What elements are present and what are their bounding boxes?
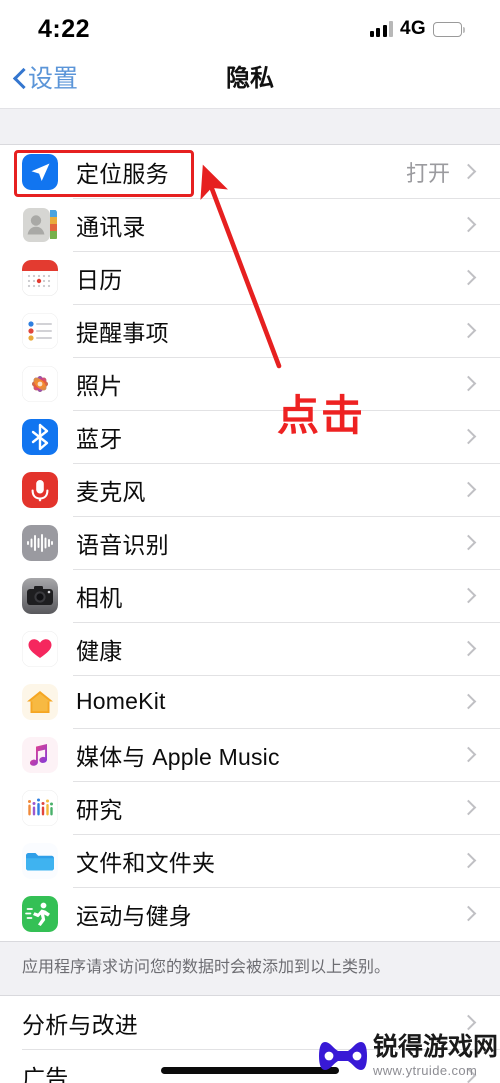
settings-row-value: 打开 bbox=[405, 160, 450, 186]
research-icon bbox=[22, 789, 58, 826]
chevron-right-icon bbox=[460, 481, 477, 498]
settings-row-label: 定位服务 bbox=[76, 160, 169, 187]
chevron-right-icon bbox=[460, 216, 477, 233]
settings-row-calendar[interactable]: 日历 bbox=[0, 251, 500, 304]
chevron-right-icon bbox=[460, 1067, 477, 1083]
apple-music-icon bbox=[22, 736, 58, 773]
reminders-icon bbox=[22, 312, 58, 349]
privacy-footer-note: 应用程序请求访问您的数据时会被添加到以上类别。 bbox=[0, 941, 500, 996]
chevron-right-icon bbox=[460, 428, 477, 445]
microphone-icon bbox=[22, 471, 58, 508]
settings-row-research[interactable]: 研究 bbox=[0, 781, 500, 834]
chevron-right-icon bbox=[460, 1014, 477, 1031]
settings-row-label: 照片 bbox=[76, 372, 123, 399]
settings-row-contacts[interactable]: 通讯录 bbox=[0, 198, 500, 251]
settings-row-label: 麦克风 bbox=[76, 478, 146, 505]
photos-icon bbox=[22, 365, 58, 402]
health-icon bbox=[22, 630, 58, 667]
settings-row-microphone[interactable]: 麦克风 bbox=[0, 463, 500, 516]
settings-row-photos[interactable]: 照片 bbox=[0, 357, 500, 410]
settings-row-label: 研究 bbox=[76, 796, 123, 823]
contacts-icon bbox=[22, 206, 58, 243]
bluetooth-icon bbox=[22, 418, 58, 455]
chevron-right-icon bbox=[460, 799, 477, 816]
settings-row-label: HomeKit bbox=[76, 688, 166, 714]
files-folders-icon bbox=[22, 842, 58, 879]
speech-recognition-icon bbox=[22, 524, 58, 561]
privacy-settings-list: 定位服务 打开通讯录日历提醒事项 照片蓝牙麦克风 语音识别相机健康 HomeKit 媒… bbox=[0, 145, 500, 940]
settings-row-camera[interactable]: 相机 bbox=[0, 569, 500, 622]
chevron-right-icon bbox=[460, 746, 477, 763]
settings-row-label: 相机 bbox=[76, 584, 123, 611]
chevron-right-icon bbox=[460, 640, 477, 657]
network-type-label: 4G bbox=[400, 18, 426, 39]
settings-row-bluetooth[interactable]: 蓝牙 bbox=[0, 410, 500, 463]
settings-row-reminders[interactable]: 提醒事项 bbox=[0, 304, 500, 357]
location-services-icon bbox=[22, 153, 58, 190]
calendar-icon bbox=[22, 259, 58, 296]
chevron-right-icon bbox=[460, 693, 477, 710]
status-time: 4:22 bbox=[38, 14, 91, 43]
settings-row-label: 提醒事项 bbox=[76, 319, 169, 346]
homekit-icon bbox=[22, 683, 58, 720]
settings-row-secondary[interactable]: 广告 bbox=[0, 1049, 500, 1083]
settings-row-health[interactable]: 健康 bbox=[0, 622, 500, 675]
chevron-right-icon bbox=[460, 534, 477, 551]
settings-row-label: 语音识别 bbox=[76, 531, 169, 558]
settings-row-label: 日历 bbox=[76, 266, 123, 293]
settings-row-motion-fitness[interactable]: 运动与健身 bbox=[0, 887, 500, 940]
battery-icon bbox=[433, 21, 466, 37]
chevron-right-icon bbox=[460, 905, 477, 922]
settings-row-label: 文件和文件夹 bbox=[76, 849, 216, 876]
settings-row-label: 运动与健身 bbox=[76, 902, 192, 929]
signal-bars-icon bbox=[369, 21, 394, 37]
settings-row-secondary[interactable]: 分析与改进 bbox=[0, 996, 500, 1049]
chevron-right-icon bbox=[460, 375, 477, 392]
navigation-bar: 设置 隐私 bbox=[0, 58, 500, 108]
chevron-right-icon bbox=[460, 269, 477, 286]
chevron-right-icon bbox=[460, 852, 477, 869]
settings-row-label: 分析与改进 bbox=[22, 1011, 138, 1038]
home-indicator[interactable] bbox=[161, 1067, 339, 1074]
chevron-right-icon bbox=[460, 322, 477, 339]
settings-row-homekit[interactable]: HomeKit bbox=[0, 675, 500, 728]
status-bar: 4:22 4G bbox=[0, 0, 500, 58]
status-indicators: 4G bbox=[369, 18, 466, 40]
page-title: 隐私 bbox=[226, 65, 274, 92]
settings-row-apple-music[interactable]: 媒体与 Apple Music bbox=[0, 728, 500, 781]
settings-row-speech-recognition[interactable]: 语音识别 bbox=[0, 516, 500, 569]
list-top-spacer bbox=[0, 108, 500, 145]
settings-row-files-folders[interactable]: 文件和文件夹 bbox=[0, 834, 500, 887]
settings-row-label: 媒体与 Apple Music bbox=[76, 743, 280, 770]
settings-row-label: 通讯录 bbox=[76, 213, 146, 240]
settings-row-label: 健康 bbox=[76, 637, 123, 664]
chevron-right-icon bbox=[460, 587, 477, 604]
settings-row-location-services[interactable]: 定位服务 打开 bbox=[0, 145, 500, 198]
motion-fitness-icon bbox=[22, 895, 58, 932]
phone-screen: 4:22 4G 设置 隐私 定位服务 打开 通讯录 日历 提醒事项 照片 蓝牙 … bbox=[0, 0, 500, 1083]
chevron-right-icon bbox=[460, 163, 477, 180]
settings-row-label: 蓝牙 bbox=[76, 425, 123, 452]
camera-icon bbox=[22, 577, 58, 614]
